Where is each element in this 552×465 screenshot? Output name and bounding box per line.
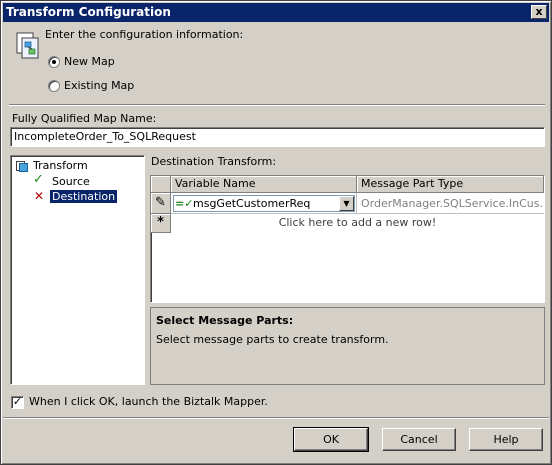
column-header-variable-name[interactable]: Variable Name [171, 176, 357, 193]
column-header-message-part-type[interactable]: Message Part Type [357, 176, 544, 193]
message-parts-info-panel: Select Message Parts: Select message par… [150, 307, 545, 385]
window-title: Transform Configuration [6, 5, 171, 19]
chevron-down-icon[interactable]: ▼ [339, 196, 354, 211]
add-new-row-link[interactable]: Click here to add a new row! [171, 214, 544, 233]
tree-item-source[interactable]: Source [52, 175, 90, 188]
editing-row-icon: ✎ [151, 193, 171, 214]
close-icon[interactable]: x [531, 5, 547, 19]
configuration-icon [14, 31, 42, 61]
new-map-radio[interactable] [48, 56, 60, 68]
info-title: Select Message Parts: [156, 314, 294, 327]
map-name-label: Fully Qualified Map Name: [12, 112, 157, 125]
cancel-button[interactable]: Cancel [382, 428, 456, 451]
variable-name-combobox[interactable]: =✓ msgGetCustomerReq ▼ [173, 195, 355, 212]
new-row-icon: * [151, 214, 171, 233]
header-divider [9, 104, 545, 106]
map-name-input[interactable]: IncompleteOrder_To_SQLRequest [10, 127, 545, 147]
intro-text: Enter the configuration information: [45, 28, 244, 41]
invalid-x-icon: ✕ [34, 189, 45, 203]
tree-root-transform[interactable]: Transform [33, 159, 88, 172]
valid-check-icon: ✓ [33, 172, 44, 187]
tree-item-destination[interactable]: Destination [50, 190, 118, 203]
grid-corner [151, 176, 171, 193]
footer-divider [3, 417, 549, 419]
transform-tree[interactable]: Transform ✓ Source ✕ Destination [10, 155, 145, 385]
destination-transform-label: Destination Transform: [151, 155, 277, 168]
existing-map-label[interactable]: Existing Map [64, 79, 134, 92]
new-map-label[interactable]: New Map [64, 55, 115, 68]
variable-name-cell[interactable]: =✓ msgGetCustomerReq ▼ [171, 193, 357, 214]
launch-mapper-checkbox[interactable]: ✓ [11, 396, 24, 409]
destination-grid[interactable]: Variable Name Message Part Type ✎ =✓ msg… [150, 175, 545, 303]
launch-mapper-label[interactable]: When I click OK, launch the Biztalk Mapp… [29, 395, 268, 408]
title-bar[interactable]: Transform Configuration x [3, 3, 549, 22]
transform-icon [16, 160, 28, 172]
info-text: Select message parts to create transform… [156, 333, 389, 346]
message-part-type-cell[interactable]: OrderManager.SQLService.InCus... [357, 193, 544, 214]
variable-valid-icon: =✓ [175, 197, 194, 210]
transform-configuration-dialog: Transform Configuration x Enter the conf… [0, 0, 552, 465]
variable-name-value: msgGetCustomerReq [193, 197, 311, 210]
existing-map-radio[interactable] [48, 80, 60, 92]
ok-button[interactable]: OK [293, 427, 369, 452]
help-button[interactable]: Help [469, 428, 543, 451]
